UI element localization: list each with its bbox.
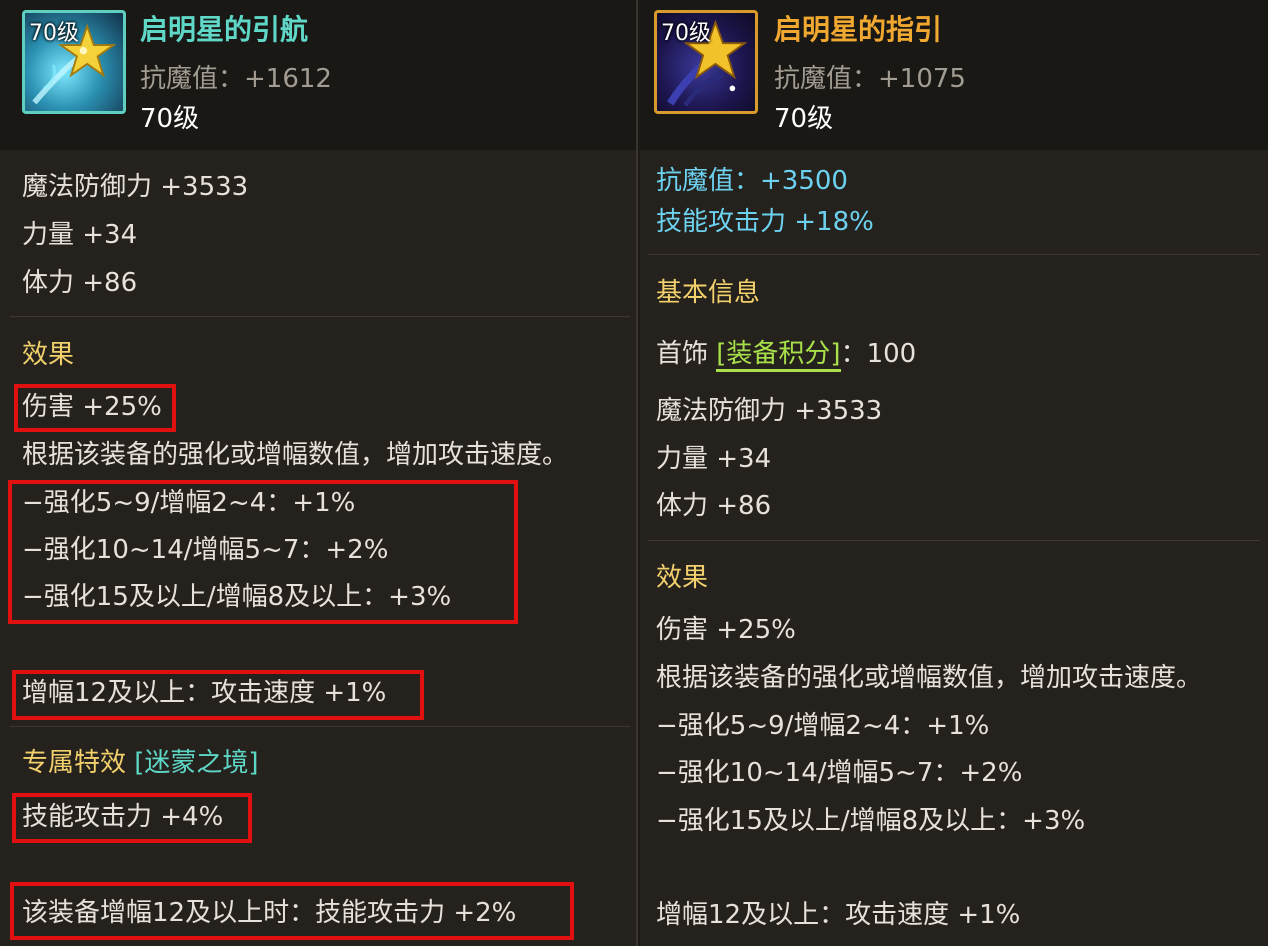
right-stat-strength: 力量 +34 (656, 444, 772, 474)
right-tier-1: −强化5~9/增幅2~4：+1% (656, 711, 990, 741)
right-stat-vitality: 体力 +86 (656, 491, 772, 521)
highlight-box-amp12 (12, 670, 424, 720)
right-basic-header: 基本信息 (656, 278, 761, 308)
left-item-tooltip: 70级 启明星的引航 抗魔值：+1612 70级 魔法防御力 +3533 力量 … (0, 0, 638, 946)
left-stat-vitality: 体力 +86 (22, 268, 138, 298)
right-score-badge[interactable]: [装备积分] (716, 339, 841, 372)
right-item-resist: 抗魔值：+1075 (774, 64, 966, 94)
right-item-icon[interactable]: 70级 (654, 10, 758, 114)
left-item-title: 启明星的引航 (140, 13, 309, 46)
left-stat-strength: 力量 +34 (22, 220, 138, 250)
left-effect-header: 效果 (22, 340, 75, 370)
right-tier-3: −强化15及以上/增幅8及以上：+3% (656, 806, 1086, 836)
right-icon-level: 70级 (661, 21, 711, 46)
right-tooltip-header: 70级 启明星的指引 抗魔值：+1075 70级 (640, 0, 1268, 150)
right-effect-desc: 根据该装备的强化或增幅数值，增加攻击速度。 (656, 663, 1203, 693)
left-effect-desc: 根据该装备的强化或增幅数值，增加攻击速度。 (22, 440, 569, 470)
right-divider-2 (648, 540, 1260, 541)
right-bonus-skill-atk: 技能攻击力 +18% (656, 207, 874, 237)
left-divider-2 (10, 726, 630, 727)
left-stat-magic-def: 魔法防御力 +3533 (22, 172, 249, 202)
right-item-level: 70级 (774, 104, 834, 134)
left-icon-level: 70级 (29, 21, 79, 46)
right-amp12-speed: 增幅12及以上：攻击速度 +1% (656, 900, 1021, 930)
highlight-box-damage (14, 384, 176, 432)
right-item-tooltip: 70级 启明星的指引 抗魔值：+1075 70级 抗魔值：+3500 技能攻击力… (640, 0, 1268, 946)
right-effect-damage: 伤害 +25% (656, 615, 796, 645)
right-effect-header: 效果 (656, 563, 709, 593)
left-item-level: 70级 (140, 104, 200, 134)
right-item-title: 启明星的指引 (774, 13, 943, 46)
right-stat-magic-def: 魔法防御力 +3533 (656, 396, 883, 426)
left-item-resist: 抗魔值：+1612 (140, 64, 332, 94)
highlight-box-amp12-skill (10, 882, 574, 940)
highlight-box-skill (12, 793, 252, 843)
left-exclusive-effect: 专属特效 [迷蒙之境] (22, 746, 259, 780)
right-divider-1 (648, 254, 1260, 255)
highlight-box-tiers (8, 480, 518, 624)
right-tier-2: −强化10~14/增幅5~7：+2% (656, 758, 1023, 788)
right-slot-label: 首饰 (656, 339, 709, 369)
right-score-value: ：100 (840, 339, 917, 369)
right-bonus-resist: 抗魔值：+3500 (656, 166, 848, 196)
left-exclusive-name: [迷蒙之境] (134, 748, 259, 778)
left-exclusive-label: 专属特效 (22, 748, 127, 778)
left-divider-1 (10, 316, 630, 317)
right-score-row: 首饰 [装备积分]：100 (656, 337, 917, 372)
left-item-icon[interactable]: 70级 (22, 10, 126, 114)
left-tooltip-header: 70级 启明星的引航 抗魔值：+1612 70级 (0, 0, 636, 150)
